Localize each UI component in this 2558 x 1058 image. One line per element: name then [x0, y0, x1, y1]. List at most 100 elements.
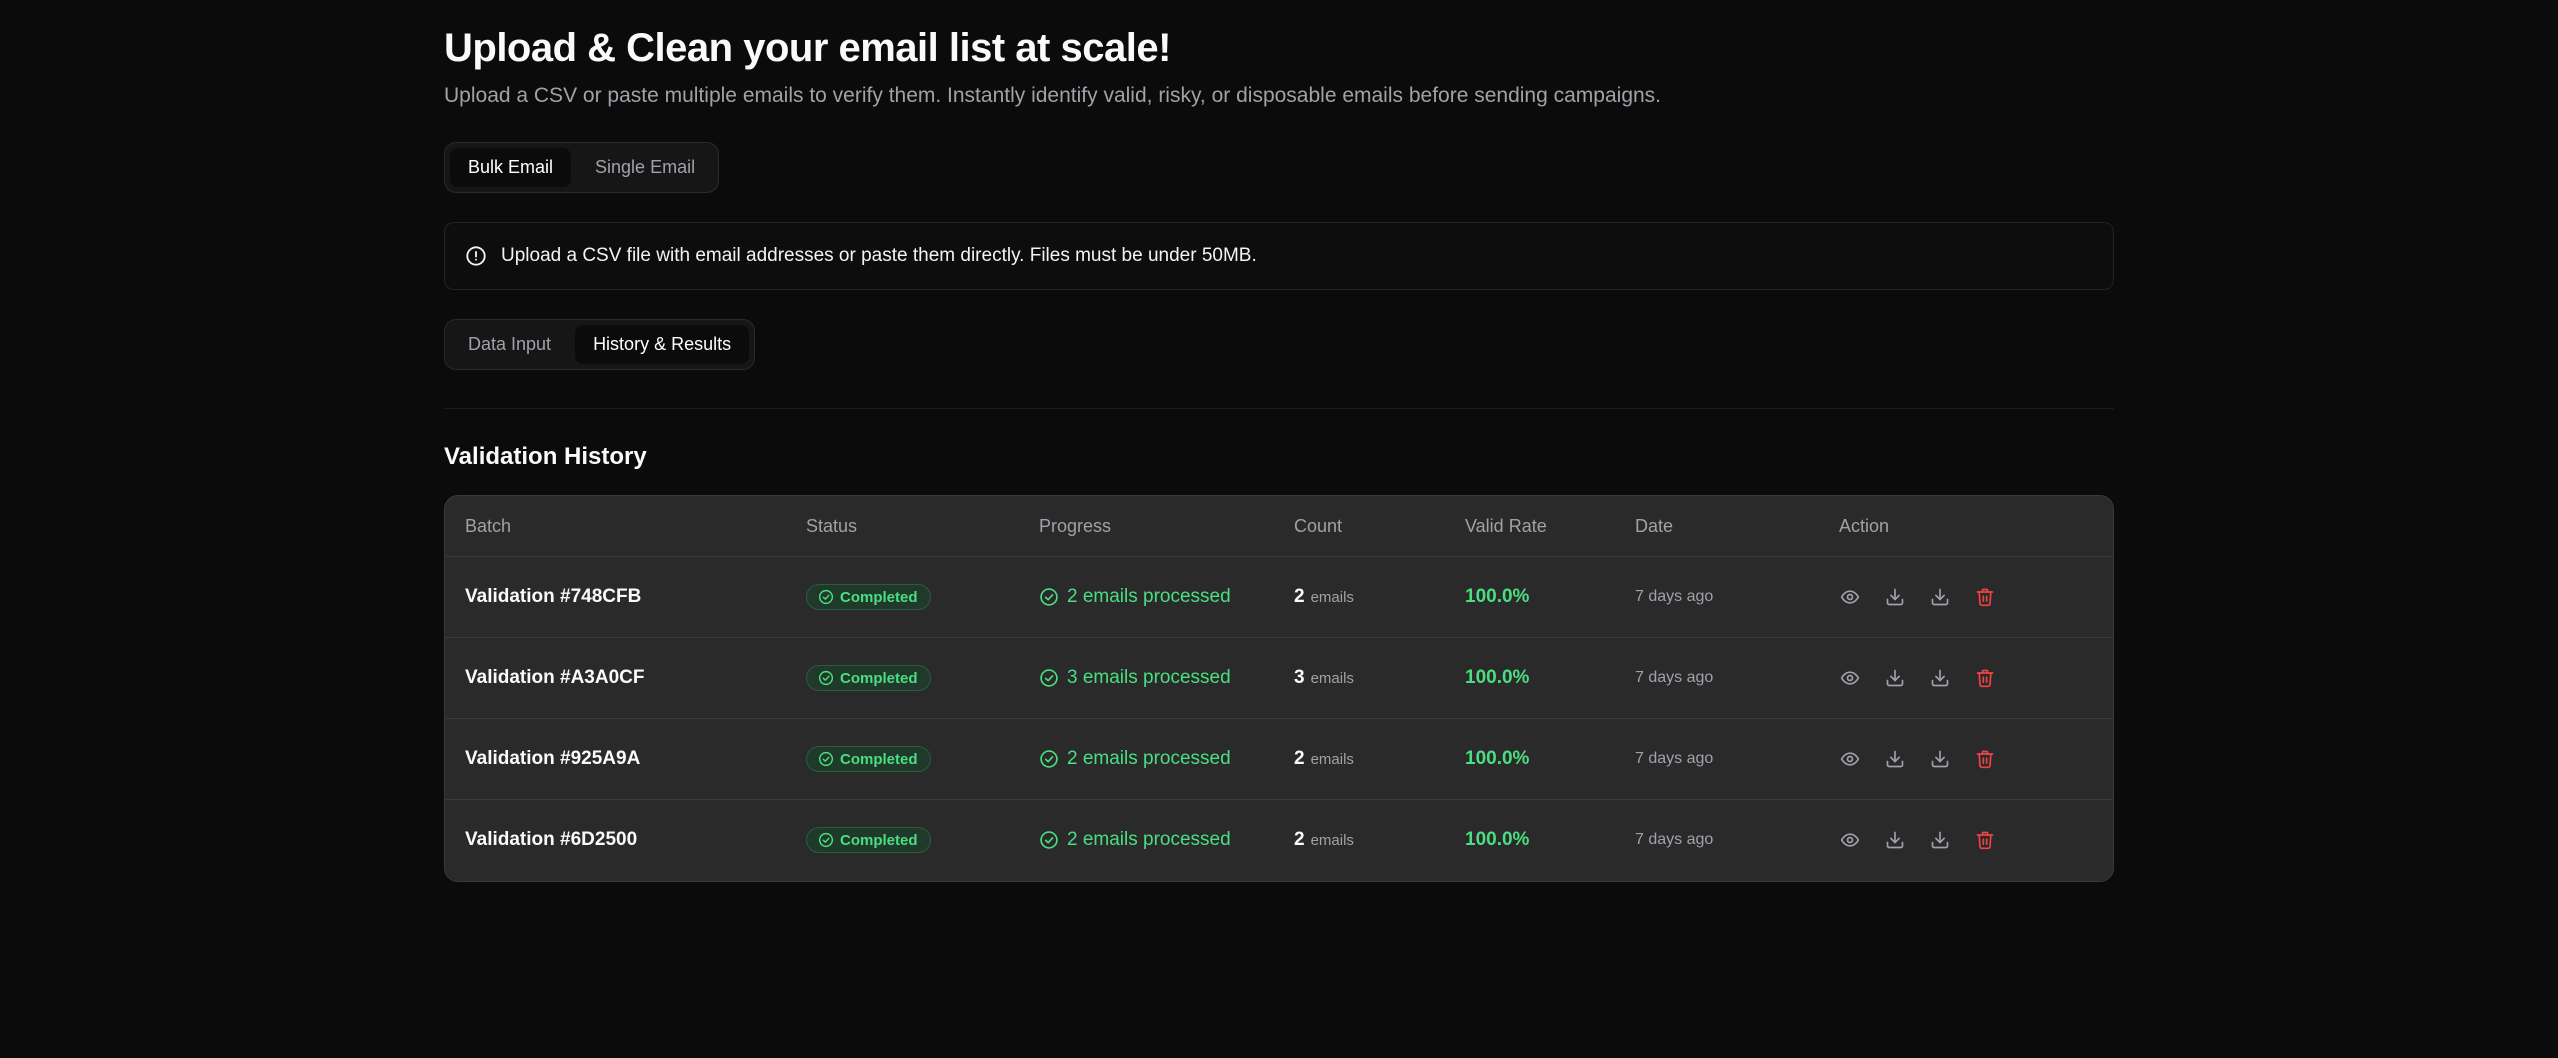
page-title: Upload & Clean your email list at scale!: [444, 26, 1171, 70]
page-subtitle: Upload a CSV or paste multiple emails to…: [444, 84, 1662, 107]
download-icon: [1885, 749, 1905, 769]
delete-button[interactable]: [1974, 829, 1996, 851]
validation-history-table: Batch Status Progress Count Valid Rate D…: [444, 495, 2114, 882]
view-button[interactable]: [1839, 586, 1861, 608]
delete-button[interactable]: [1974, 586, 1996, 608]
column-header-count: Count: [1294, 515, 1343, 536]
view-button[interactable]: [1839, 748, 1861, 770]
view-button[interactable]: [1839, 667, 1861, 689]
row-actions: [1839, 829, 1996, 851]
progress-text: 2 emails processed: [1067, 586, 1231, 607]
trash-icon: [1975, 830, 1995, 850]
column-header-status: Status: [806, 515, 858, 536]
download-button[interactable]: [1929, 829, 1951, 851]
batch-name: Validation #6D2500: [465, 829, 638, 850]
batch-name: Validation #A3A0CF: [465, 667, 645, 688]
section-title: Validation History: [444, 443, 647, 470]
table-row: Validation #6D2500 Completed 2 emails pr…: [445, 799, 2113, 880]
row-actions: [1839, 667, 1996, 689]
tab-history-results[interactable]: History & Results: [575, 325, 750, 364]
column-header-progress: Progress: [1039, 515, 1112, 536]
check-circle-icon: [1039, 587, 1059, 607]
table-header-row: Batch Status Progress Count Valid Rate D…: [445, 496, 2113, 556]
progress-text: 2 emails processed: [1067, 829, 1231, 850]
progress-text: 2 emails processed: [1067, 748, 1231, 769]
valid-rate: 100.0%: [1465, 829, 1530, 850]
column-header-action: Action: [1839, 515, 1890, 536]
status-badge: Completed: [806, 665, 931, 691]
status-label: Completed: [840, 750, 918, 768]
download-button[interactable]: [1884, 586, 1906, 608]
check-circle-icon: [818, 832, 834, 848]
batch-name: Validation #748CFB: [465, 586, 642, 607]
status-label: Completed: [840, 669, 918, 687]
download-button[interactable]: [1929, 748, 1951, 770]
download-button[interactable]: [1884, 748, 1906, 770]
download-button[interactable]: [1884, 829, 1906, 851]
valid-rate: 100.0%: [1465, 748, 1530, 769]
table-row: Validation #A3A0CF Completed 3 emails pr…: [445, 637, 2113, 718]
eye-icon: [1840, 668, 1860, 688]
column-header-valid-rate: Valid Rate: [1465, 515, 1547, 536]
progress-status: 2 emails processed: [1039, 829, 1231, 851]
date-text: 7 days ago: [1635, 588, 1714, 605]
download-button[interactable]: [1884, 667, 1906, 689]
column-header-date: Date: [1635, 515, 1674, 536]
info-alert: Upload a CSV file with email addresses o…: [444, 222, 2114, 290]
email-count-unit: emails: [1310, 831, 1354, 849]
check-circle-icon: [1039, 830, 1059, 850]
tab-single-email[interactable]: Single Email: [577, 148, 713, 187]
email-count-unit: emails: [1310, 750, 1354, 768]
table-row: Validation #925A9A Completed 2 emails pr…: [445, 718, 2113, 799]
email-count: 3: [1294, 667, 1305, 688]
status-label: Completed: [840, 831, 918, 849]
check-circle-icon: [1039, 749, 1059, 769]
download-icon: [1930, 830, 1950, 850]
eye-icon: [1840, 587, 1860, 607]
progress-status: 2 emails processed: [1039, 748, 1231, 770]
mode-toggle: Bulk Email Single Email: [444, 142, 720, 193]
info-alert-text: Upload a CSV file with email addresses o…: [501, 245, 1257, 266]
section-divider: [444, 408, 2114, 409]
tab-data-input[interactable]: Data Input: [450, 325, 569, 364]
valid-rate: 100.0%: [1465, 586, 1530, 607]
download-icon: [1885, 830, 1905, 850]
valid-rate: 100.0%: [1465, 667, 1530, 688]
check-circle-icon: [1039, 668, 1059, 688]
view-button[interactable]: [1839, 829, 1861, 851]
trash-icon: [1975, 668, 1995, 688]
tab-bulk-email[interactable]: Bulk Email: [450, 148, 572, 187]
progress-text: 3 emails processed: [1067, 667, 1231, 688]
delete-button[interactable]: [1974, 667, 1996, 689]
status-badge: Completed: [806, 827, 931, 853]
email-count-unit: emails: [1310, 669, 1354, 687]
progress-status: 2 emails processed: [1039, 586, 1231, 608]
email-count: 2: [1294, 748, 1305, 769]
eye-icon: [1840, 749, 1860, 769]
progress-status: 3 emails processed: [1039, 667, 1231, 689]
download-icon: [1885, 587, 1905, 607]
download-icon: [1930, 587, 1950, 607]
download-icon: [1930, 668, 1950, 688]
download-icon: [1885, 668, 1905, 688]
view-toggle: Data Input History & Results: [444, 319, 756, 370]
download-button[interactable]: [1929, 586, 1951, 608]
row-actions: [1839, 748, 1996, 770]
batch-name: Validation #925A9A: [465, 748, 641, 769]
date-text: 7 days ago: [1635, 750, 1714, 767]
delete-button[interactable]: [1974, 748, 1996, 770]
eye-icon: [1840, 830, 1860, 850]
check-circle-icon: [818, 670, 834, 686]
status-label: Completed: [840, 588, 918, 606]
email-count: 2: [1294, 586, 1305, 607]
row-actions: [1839, 586, 1996, 608]
alert-circle-icon: [465, 245, 487, 267]
trash-icon: [1975, 587, 1995, 607]
email-count-unit: emails: [1310, 588, 1354, 606]
download-button[interactable]: [1929, 667, 1951, 689]
check-circle-icon: [818, 589, 834, 605]
column-header-batch: Batch: [465, 515, 512, 536]
status-badge: Completed: [806, 746, 931, 772]
date-text: 7 days ago: [1635, 831, 1714, 848]
date-text: 7 days ago: [1635, 669, 1714, 686]
